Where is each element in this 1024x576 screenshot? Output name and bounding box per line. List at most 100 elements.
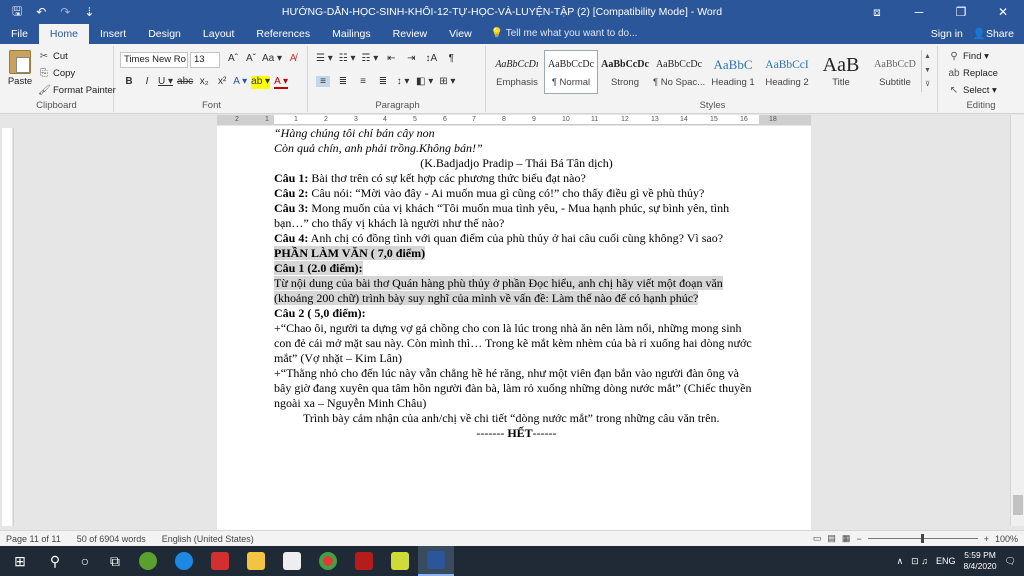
save-icon[interactable]: 🖫 <box>12 2 22 23</box>
grow-font-button[interactable]: Aˆ <box>226 53 240 64</box>
tray-icons[interactable]: ⊡ ♫ <box>911 556 928 567</box>
italic-button[interactable]: I <box>140 76 154 89</box>
input-language[interactable]: ENG <box>936 556 956 566</box>
font-color-button[interactable]: A ▾ <box>274 76 289 89</box>
taskbar-store[interactable] <box>274 546 310 576</box>
style-no-spacing[interactable]: AaBbCcDc ¶ No Spac... <box>652 50 706 94</box>
align-left-button[interactable]: ≡ <box>316 76 330 87</box>
style-strong[interactable]: AaBbCcDc Strong <box>598 50 652 94</box>
taskbar-app-7[interactable] <box>346 546 382 576</box>
clock[interactable]: 5:59 PM 8/4/2020 <box>963 550 996 572</box>
format-painter-button[interactable]: 🖌 Format Painter <box>38 82 116 99</box>
multilevel-list-button[interactable]: ☶ ▾ <box>362 53 379 64</box>
style-title[interactable]: AaB Title <box>814 50 868 94</box>
tab-view[interactable]: View <box>438 24 483 44</box>
clear-formatting-button[interactable]: A̸ <box>286 53 300 64</box>
cut-button[interactable]: ✂ Cut <box>38 48 116 65</box>
document-body[interactable]: “Hàng chúng tôi chỉ bán cây non Còn quả … <box>274 126 759 441</box>
vertical-ruler[interactable] <box>0 128 14 526</box>
task-view-icon[interactable]: ⧉ <box>100 546 130 576</box>
taskbar-app-3[interactable] <box>202 546 238 576</box>
numbering-button[interactable]: ☷ ▾ <box>339 53 356 64</box>
superscript-button[interactable]: x² <box>215 76 229 89</box>
redo-icon[interactable]: ↷ <box>60 5 70 19</box>
sort-button[interactable]: ↕A <box>424 53 438 64</box>
tab-insert[interactable]: Insert <box>89 24 137 44</box>
share-button[interactable]: 👤Share <box>973 24 1014 44</box>
horizontal-ruler[interactable]: 2 1 1 2 3 4 5 6 7 8 9 10 11 12 13 14 15 16 18 <box>217 115 811 125</box>
document-page[interactable]: “Hàng chúng tôi chỉ bán cây non Còn quả … <box>217 126 811 530</box>
subscript-button[interactable]: x₂ <box>197 76 211 89</box>
undo-icon[interactable]: ↶ <box>36 5 46 19</box>
zoom-level[interactable]: 100% <box>995 534 1018 544</box>
taskbar-app-1[interactable] <box>130 546 166 576</box>
style-subtitle[interactable]: AaBbCcD Subtitle <box>868 50 922 94</box>
bullets-button[interactable]: ☰ ▾ <box>316 53 333 64</box>
print-layout-icon[interactable]: ▤ <box>827 533 836 544</box>
line-spacing-button[interactable]: ↕ ▾ <box>396 76 410 87</box>
tab-file[interactable]: File <box>0 24 39 44</box>
copy-button[interactable]: ⎘ Copy <box>38 65 116 82</box>
show-marks-button[interactable]: ¶ <box>444 53 458 64</box>
word-count[interactable]: 50 of 6904 words <box>77 534 146 544</box>
tab-layout[interactable]: Layout <box>192 24 246 44</box>
ribbon-display-options-icon[interactable]: ⧈ <box>856 5 898 20</box>
tray-expand-icon[interactable]: ∧ <box>897 556 904 567</box>
borders-button[interactable]: ⊞ ▾ <box>439 76 455 87</box>
increase-indent-button[interactable]: ⇥ <box>404 53 418 64</box>
paste-button[interactable]: Paste <box>6 50 34 87</box>
font-name-input[interactable]: Times New Ro <box>120 52 188 68</box>
tab-review[interactable]: Review <box>382 24 438 44</box>
vertical-scrollbar[interactable] <box>1010 115 1024 526</box>
style-normal[interactable]: AaBbCcDc ¶ Normal <box>544 50 598 94</box>
select-button[interactable]: ↖ Select ▾ <box>948 82 998 99</box>
minimize-button[interactable]: ─ <box>898 5 940 20</box>
tell-me-search[interactable]: 💡 Tell me what you want to do... <box>491 24 638 44</box>
web-layout-icon[interactable]: ▦ <box>842 533 851 544</box>
read-mode-icon[interactable]: ▭ <box>813 533 822 544</box>
zoom-out-button[interactable]: − <box>856 534 861 544</box>
notifications-icon[interactable]: 🗨 <box>1005 556 1016 567</box>
font-size-input[interactable]: 13 <box>190 52 220 68</box>
tab-home[interactable]: Home <box>38 24 89 44</box>
close-button[interactable]: ✕ <box>982 5 1024 20</box>
cortana-icon[interactable]: ○ <box>70 546 100 576</box>
styles-gallery-scroll[interactable]: ▲ ▼ ⊽ <box>921 50 933 92</box>
replace-button[interactable]: ab Replace <box>948 65 997 82</box>
align-right-button[interactable]: ≡ <box>356 76 370 87</box>
taskbar-chrome[interactable] <box>310 546 346 576</box>
bold-button[interactable]: B <box>122 76 136 89</box>
tab-mailings[interactable]: Mailings <box>321 24 382 44</box>
start-button[interactable]: ⊞ <box>0 546 40 576</box>
change-case-button[interactable]: Aa ▾ <box>262 53 282 64</box>
scrollbar-thumb[interactable] <box>1013 495 1023 515</box>
taskbar-word[interactable] <box>418 546 454 576</box>
zoom-in-button[interactable]: + <box>984 534 989 544</box>
style-heading-1[interactable]: AaBbC Heading 1 <box>706 50 760 94</box>
style-emphasis[interactable]: AaBbCcDı Emphasis <box>490 50 544 94</box>
sign-in-link[interactable]: Sign in <box>931 24 963 44</box>
strikethrough-button[interactable]: abc <box>177 76 193 89</box>
customize-qat-icon[interactable]: ⇣ <box>84 5 94 19</box>
highlight-button[interactable]: ab ▾ <box>251 76 271 89</box>
zoom-slider[interactable] <box>867 534 978 543</box>
taskbar-explorer[interactable] <box>238 546 274 576</box>
underline-button[interactable]: U ▾ <box>158 76 173 89</box>
tab-references[interactable]: References <box>245 24 321 44</box>
justify-button[interactable]: ≣ <box>376 76 390 87</box>
page-count[interactable]: Page 11 of 11 <box>6 534 61 544</box>
zoom-slider-knob[interactable] <box>920 534 924 543</box>
shrink-font-button[interactable]: Aˇ <box>244 53 258 64</box>
style-heading-2[interactable]: AaBbCcI Heading 2 <box>760 50 814 94</box>
search-icon[interactable]: ⚲ <box>40 546 70 576</box>
text-effects-button[interactable]: A ▾ <box>233 76 247 89</box>
taskbar-app-8[interactable] <box>382 546 418 576</box>
taskbar-edge[interactable] <box>166 546 202 576</box>
decrease-indent-button[interactable]: ⇤ <box>384 53 398 64</box>
language-indicator[interactable]: English (United States) <box>162 534 254 544</box>
align-center-button[interactable]: ≣ <box>336 76 350 87</box>
shading-button[interactable]: ◧ ▾ <box>416 76 433 87</box>
find-button[interactable]: ⚲ Find ▾ <box>948 48 998 65</box>
restore-button[interactable]: ❐ <box>940 5 982 20</box>
tab-design[interactable]: Design <box>137 24 192 44</box>
